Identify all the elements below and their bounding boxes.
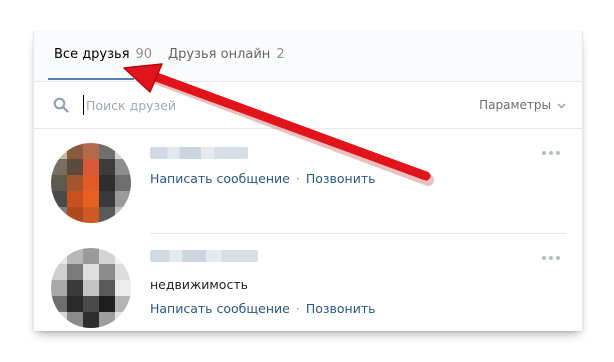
- actions-separator: ·: [295, 301, 300, 316]
- friend-actions: Написать сообщение · Позвонить: [150, 301, 375, 316]
- friend-name-blurred[interactable]: [150, 250, 258, 262]
- friend-row: Написать сообщение · Позвонить: [34, 129, 582, 233]
- actions-separator: ·: [295, 171, 300, 186]
- tab-all-friends-count: 90: [135, 47, 153, 62]
- friend-row: недвижимость Написать сообщение · Позвонит…: [34, 234, 582, 331]
- active-tab-underline: [48, 78, 134, 80]
- search-input[interactable]: [83, 95, 386, 115]
- tab-online-friends[interactable]: Друзья онлайн 2: [168, 47, 285, 62]
- pixelated-avatar-image: [51, 143, 131, 223]
- params-dropdown[interactable]: Параметры: [479, 98, 566, 112]
- tab-all-friends[interactable]: Все друзья 90: [54, 47, 152, 62]
- avatar[interactable]: [51, 143, 131, 223]
- pixelated-avatar-image: [51, 248, 131, 328]
- call-link[interactable]: Позвонить: [306, 301, 376, 316]
- call-link[interactable]: Позвонить: [306, 171, 376, 186]
- chevron-down-icon: [557, 103, 566, 108]
- params-label: Параметры: [479, 98, 551, 112]
- tab-all-friends-label: Все друзья: [54, 47, 130, 62]
- friend-name-blurred[interactable]: [150, 147, 248, 159]
- friends-card: Все друзья 90 Друзья онлайн 2 Параметры: [33, 31, 583, 331]
- write-message-link[interactable]: Написать сообщение: [150, 301, 290, 316]
- more-dots-icon[interactable]: [542, 256, 562, 262]
- friend-subtitle: недвижимость: [150, 277, 248, 292]
- search-bar: Параметры: [34, 82, 582, 129]
- tab-online-friends-label: Друзья онлайн: [168, 47, 271, 62]
- friend-actions: Написать сообщение · Позвонить: [150, 171, 375, 186]
- search-icon[interactable]: [53, 97, 69, 113]
- avatar[interactable]: [51, 248, 131, 328]
- more-dots-icon[interactable]: [542, 151, 562, 157]
- write-message-link[interactable]: Написать сообщение: [150, 171, 290, 186]
- tab-online-friends-count: 2: [276, 47, 285, 62]
- friends-tabs: Все друзья 90 Друзья онлайн 2: [34, 31, 582, 82]
